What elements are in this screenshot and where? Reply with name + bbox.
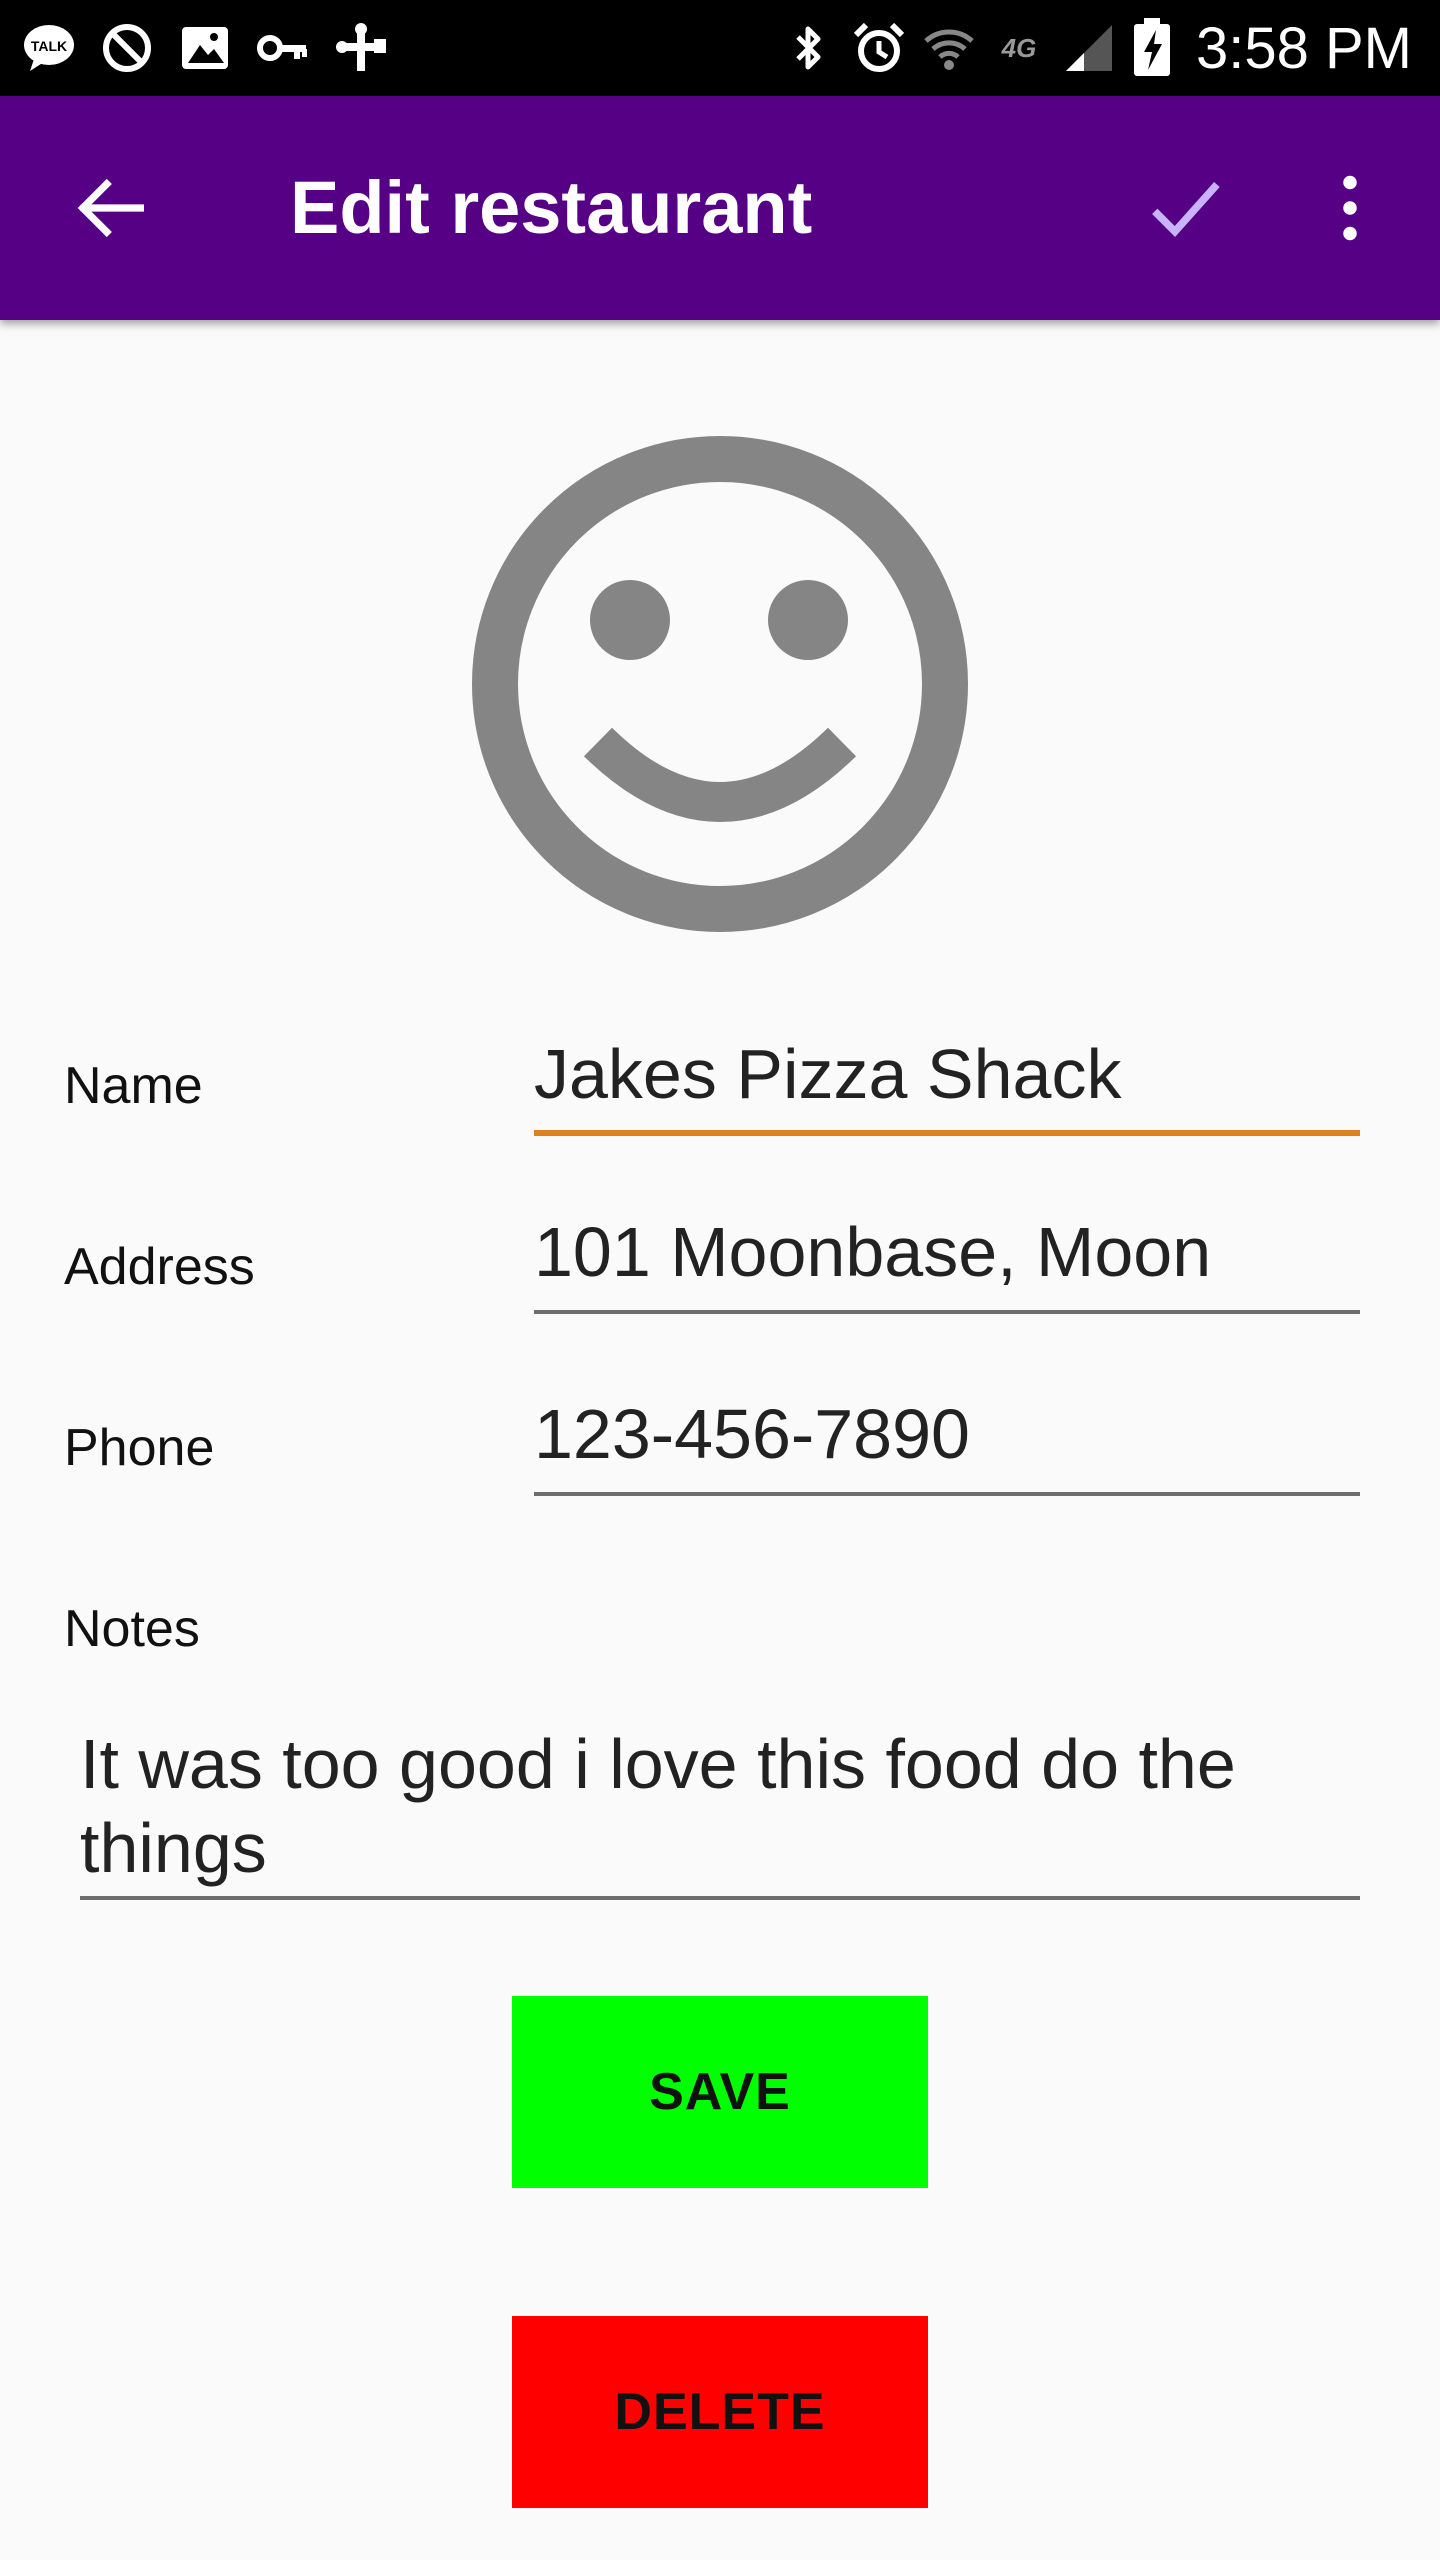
- name-input-value[interactable]: Jakes Pizza Shack: [534, 1034, 1121, 1114]
- wifi-icon: [922, 21, 976, 75]
- talk-icon: TALK: [22, 21, 76, 75]
- status-bar-system: 4G 3:58 PM: [782, 14, 1412, 82]
- do-not-disturb-icon: [100, 21, 154, 75]
- phone-field[interactable]: 123-456-7890: [534, 1386, 1360, 1496]
- delete-button[interactable]: DELETE: [512, 2316, 928, 2508]
- more-vert-icon: [1343, 175, 1357, 241]
- network-type: 4G: [1001, 32, 1037, 63]
- overflow-menu-button[interactable]: [1300, 158, 1400, 258]
- phone-input-value[interactable]: 123-456-7890: [534, 1394, 970, 1474]
- smiley-face-icon: [472, 436, 968, 932]
- status-bar: TALK 4G 3:58 PM: [0, 0, 1440, 96]
- check-icon: [1152, 181, 1220, 238]
- back-button[interactable]: [60, 158, 160, 258]
- name-underline: [534, 1130, 1360, 1136]
- signal-icon: [1062, 21, 1116, 75]
- usb-icon: [334, 21, 388, 75]
- status-time: 3:58 PM: [1196, 15, 1412, 81]
- key-icon: [256, 21, 310, 75]
- address-field[interactable]: 101 Moonbase, Moon: [534, 1204, 1360, 1314]
- image-icon: [178, 21, 232, 75]
- address-input-value[interactable]: 101 Moonbase, Moon: [534, 1212, 1211, 1292]
- restaurant-image[interactable]: [468, 432, 972, 936]
- phone-underline: [534, 1492, 1360, 1496]
- phone-label: Phone: [64, 1419, 215, 1477]
- notes-field[interactable]: It was too good i love this food do the …: [80, 1710, 1360, 1900]
- bluetooth-icon: [782, 21, 836, 75]
- status-bar-notifications: TALK: [22, 18, 388, 78]
- alarm-icon: [852, 21, 906, 75]
- name-field[interactable]: Jakes Pizza Shack: [534, 1026, 1360, 1136]
- address-underline: [534, 1310, 1360, 1314]
- notes-label: Notes: [64, 1600, 200, 1658]
- battery-charging-icon: [1132, 18, 1172, 76]
- svg-text:TALK: TALK: [31, 38, 67, 54]
- notes-input-value[interactable]: It was too good i love this food do the …: [80, 1722, 1360, 1890]
- confirm-button[interactable]: [1130, 158, 1240, 258]
- notes-underline: [80, 1896, 1360, 1900]
- arrow-back-icon: [77, 178, 144, 238]
- save-button[interactable]: SAVE: [512, 1996, 928, 2188]
- name-label: Name: [64, 1057, 203, 1115]
- app-bar: Edit restaurant: [0, 96, 1440, 320]
- page-title: Edit restaurant: [290, 166, 813, 249]
- address-label: Address: [64, 1238, 255, 1296]
